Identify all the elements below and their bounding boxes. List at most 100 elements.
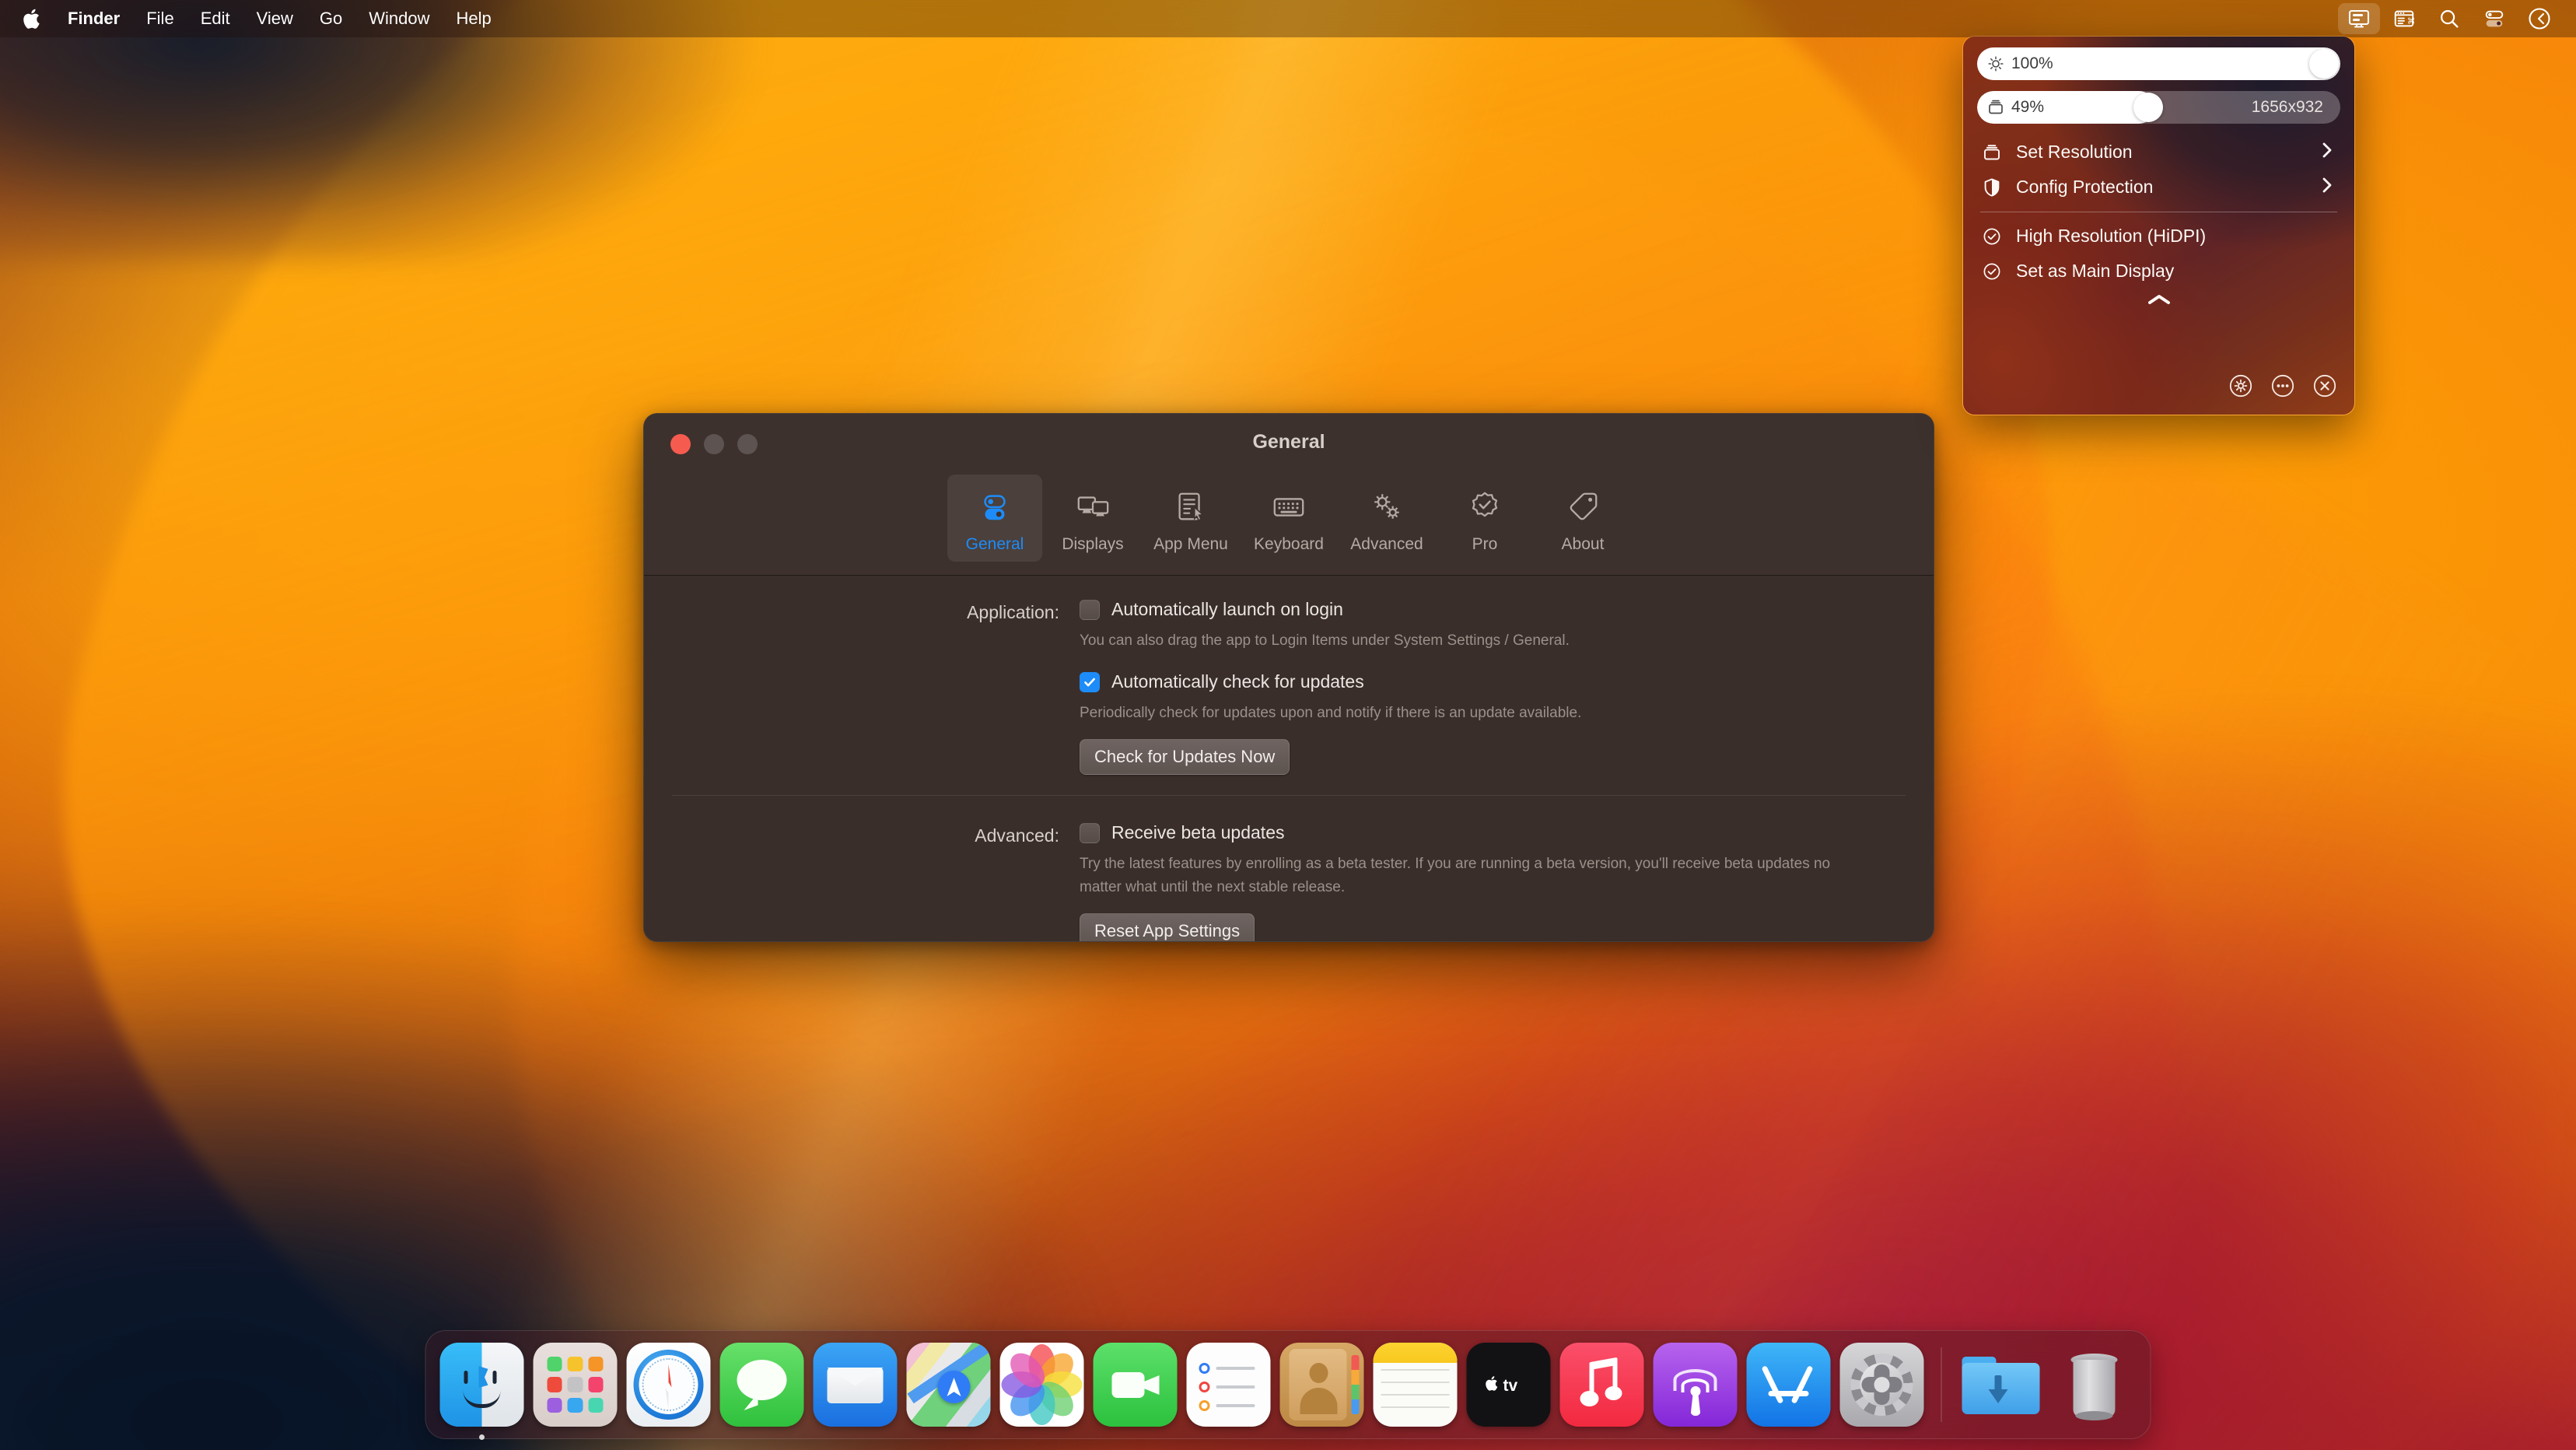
messages-icon [719,1343,804,1427]
hint-auto-updates: Periodically check for updates upon and … [1080,705,1582,721]
dock-item-podcasts[interactable] [1653,1343,1738,1427]
keyboard-icon [1271,485,1307,530]
siri-clock-icon[interactable] [2518,3,2560,34]
dock-item-messages[interactable] [719,1343,804,1427]
tab-app-menu[interactable]: App Menu [1143,475,1238,562]
downloads-folder-icon [1959,1343,2043,1427]
checkbox-label: Receive beta updates [1111,822,1285,842]
menu-item-help[interactable]: Help [443,0,505,37]
menu-bar: Finder File Edit View Go Window Help ⌘ [0,0,2576,37]
hint-beta-updates: Try the latest features by enrolling as … [1080,856,1831,895]
checkbox-label: Automatically launch on login [1111,599,1343,619]
finder-icon [439,1343,524,1427]
panel-item-set-resolution[interactable]: Set Resolution [1977,135,2340,170]
dock-item-app-store[interactable] [1746,1343,1831,1427]
dock-item-launchpad[interactable] [533,1343,618,1427]
display-menu-icon[interactable] [2338,3,2380,34]
more-options-icon[interactable] [2270,373,2295,402]
panel-collapse-button[interactable] [1977,292,2340,307]
photos-icon [999,1343,1084,1427]
dock-item-mail[interactable] [813,1343,898,1427]
menu-item-go[interactable]: Go [306,0,355,37]
panel-item-config-protection[interactable]: Config Protection [1977,170,2340,205]
dock: tv [425,1330,2151,1440]
tab-about[interactable]: About [1535,475,1630,562]
resolution-value: 1656x932 [2251,98,2323,116]
panel-item-label: High Resolution (HiDPI) [2016,226,2207,246]
dock-item-music[interactable] [1559,1343,1644,1427]
tab-keyboard[interactable]: Keyboard [1241,475,1336,562]
tab-advanced[interactable]: Advanced [1339,475,1434,562]
dock-item-finder[interactable] [439,1343,524,1440]
apple-logo-icon[interactable] [17,0,54,37]
chevron-up-icon [2147,295,2170,304]
resolution-slider[interactable]: 49% 1656x932 [1977,91,2340,124]
shield-icon [1980,177,2004,198]
dock-item-facetime[interactable] [1093,1343,1178,1427]
check-for-updates-button[interactable]: Check for Updates Now [1080,739,1290,775]
tab-general[interactable]: General [947,475,1042,562]
checkbox-beta-updates[interactable] [1080,822,1100,843]
checkbox-launch-on-login[interactable] [1080,599,1100,620]
menu-item-file[interactable]: File [133,0,187,37]
resolution-slider-knob[interactable] [2133,93,2163,122]
checkmark-icon [1084,678,1095,686]
contacts-icon [1279,1343,1364,1427]
control-center-icon[interactable] [2473,3,2515,34]
tab-label: Keyboard [1254,535,1324,553]
panel-item-label: Config Protection [2016,177,2154,197]
dock-item-downloads[interactable] [1959,1343,2043,1427]
mail-icon [813,1343,898,1427]
safari-icon [626,1343,711,1427]
dock-item-contacts[interactable] [1279,1343,1364,1427]
panel-item-label: Set Resolution [2016,142,2133,162]
display-control-panel: 100% 49% 1656x932 Set Resolution Config … [1962,36,2355,415]
settings-gear-icon[interactable] [2228,373,2253,402]
chevron-right-icon [2320,140,2334,164]
close-panel-icon[interactable] [2312,373,2337,402]
checkbox-launch-on-login-line[interactable]: Automatically launch on login [1080,599,1934,620]
dock-item-reminders[interactable] [1186,1343,1271,1427]
checkbox-label: Automatically check for updates [1111,671,1364,692]
dock-separator [1941,1347,1942,1422]
menu-item-edit[interactable]: Edit [187,0,243,37]
app-menu-icon [1173,485,1209,530]
setting-row-beta-updates: Advanced: Receive beta updates Try the l… [644,822,1934,941]
app-menu-shortcut-icon[interactable]: ⌘ [2383,3,2425,34]
dock-item-trash[interactable] [2053,1343,2137,1427]
spotlight-search-icon[interactable] [2428,3,2470,34]
settings-toolbar: General Displays App Menu Keyboard Advan… [644,475,1934,562]
settings-content: Application: Automatically launch on log… [644,576,1934,941]
dock-item-safari[interactable] [626,1343,711,1427]
menu-bar-status-area: ⌘ [2338,0,2576,37]
svg-text:tv: tv [1503,1377,1518,1395]
dock-item-photos[interactable] [999,1343,1084,1427]
tag-icon [1565,485,1601,530]
reset-app-settings-button[interactable]: Reset App Settings [1080,913,1255,941]
tv-icon: tv [1466,1343,1551,1427]
section-label-application: Application: [967,602,1059,622]
brightness-slider-knob[interactable] [2309,49,2339,79]
menu-item-view[interactable]: View [243,0,306,37]
tab-displays[interactable]: Displays [1045,475,1140,562]
resolution-icon [1980,98,2011,117]
checkbox-beta-updates-line[interactable]: Receive beta updates [1080,822,1934,843]
menu-item-window[interactable]: Window [355,0,443,37]
dock-item-tv[interactable]: tv [1466,1343,1551,1427]
checkbox-auto-updates[interactable] [1080,671,1100,692]
chevron-right-icon [2320,175,2334,199]
resolution-percent: 49% [2011,98,2045,116]
section-application: Application: Automatically launch on log… [644,576,1934,795]
menu-item-finder[interactable]: Finder [54,0,133,37]
checkbox-auto-updates-line[interactable]: Automatically check for updates [1080,671,1934,692]
window-title: General [1252,431,1325,453]
tab-label: General [965,535,1024,553]
panel-item-set-as-main-display[interactable]: Set as Main Display [1977,254,2340,289]
panel-item-label: Set as Main Display [2016,261,2175,281]
panel-item-high-resolution[interactable]: High Resolution (HiDPI) [1977,219,2340,254]
brightness-slider[interactable]: 100% [1977,47,2340,80]
tab-pro[interactable]: Pro [1437,475,1532,562]
dock-item-system-settings[interactable] [1839,1343,1924,1427]
dock-item-notes[interactable] [1373,1343,1458,1427]
dock-item-maps[interactable] [906,1343,991,1427]
